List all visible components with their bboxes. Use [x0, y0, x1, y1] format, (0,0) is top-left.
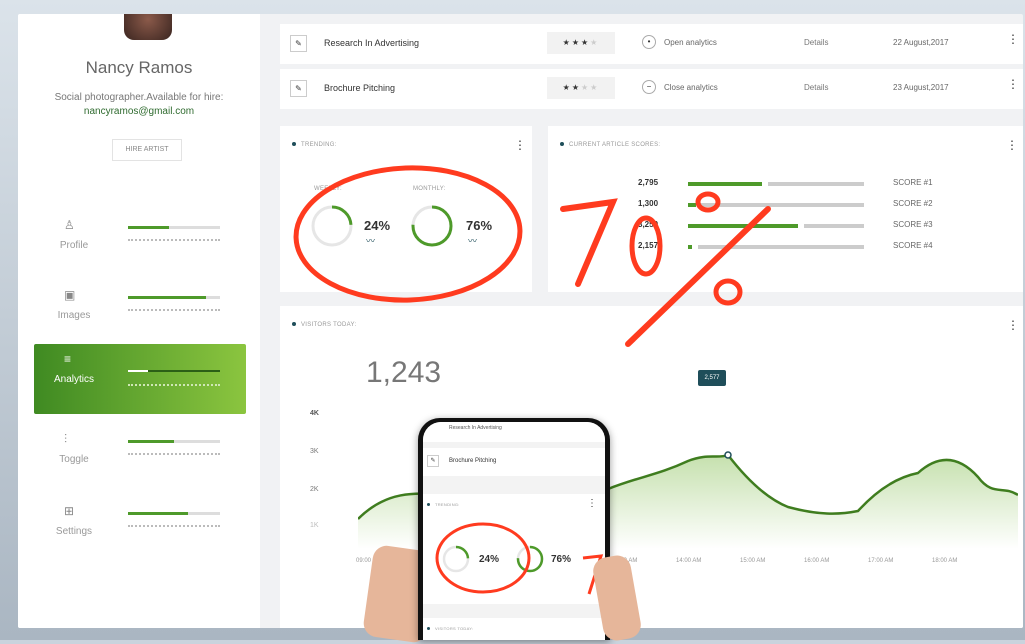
- phone-annotation: [435, 522, 604, 595]
- phone-trending-title: TRENDING:: [435, 502, 460, 507]
- bullet-icon: [427, 503, 430, 507]
- phone-device: Research In Advertising ✎ Brochure Pitch…: [418, 418, 610, 640]
- edit-icon[interactable]: ✎: [427, 455, 439, 467]
- more-options-icon[interactable]: ⋮: [587, 498, 597, 509]
- bullet-icon: [427, 627, 430, 631]
- phone-screen: Research In Advertising ✎ Brochure Pitch…: [423, 422, 605, 640]
- phone-visitors-title: VISITORS TODAY:: [435, 626, 474, 631]
- phone-row-title: Research In Advertising: [449, 425, 502, 431]
- phone-row-title: Brochure Pitching: [449, 458, 497, 464]
